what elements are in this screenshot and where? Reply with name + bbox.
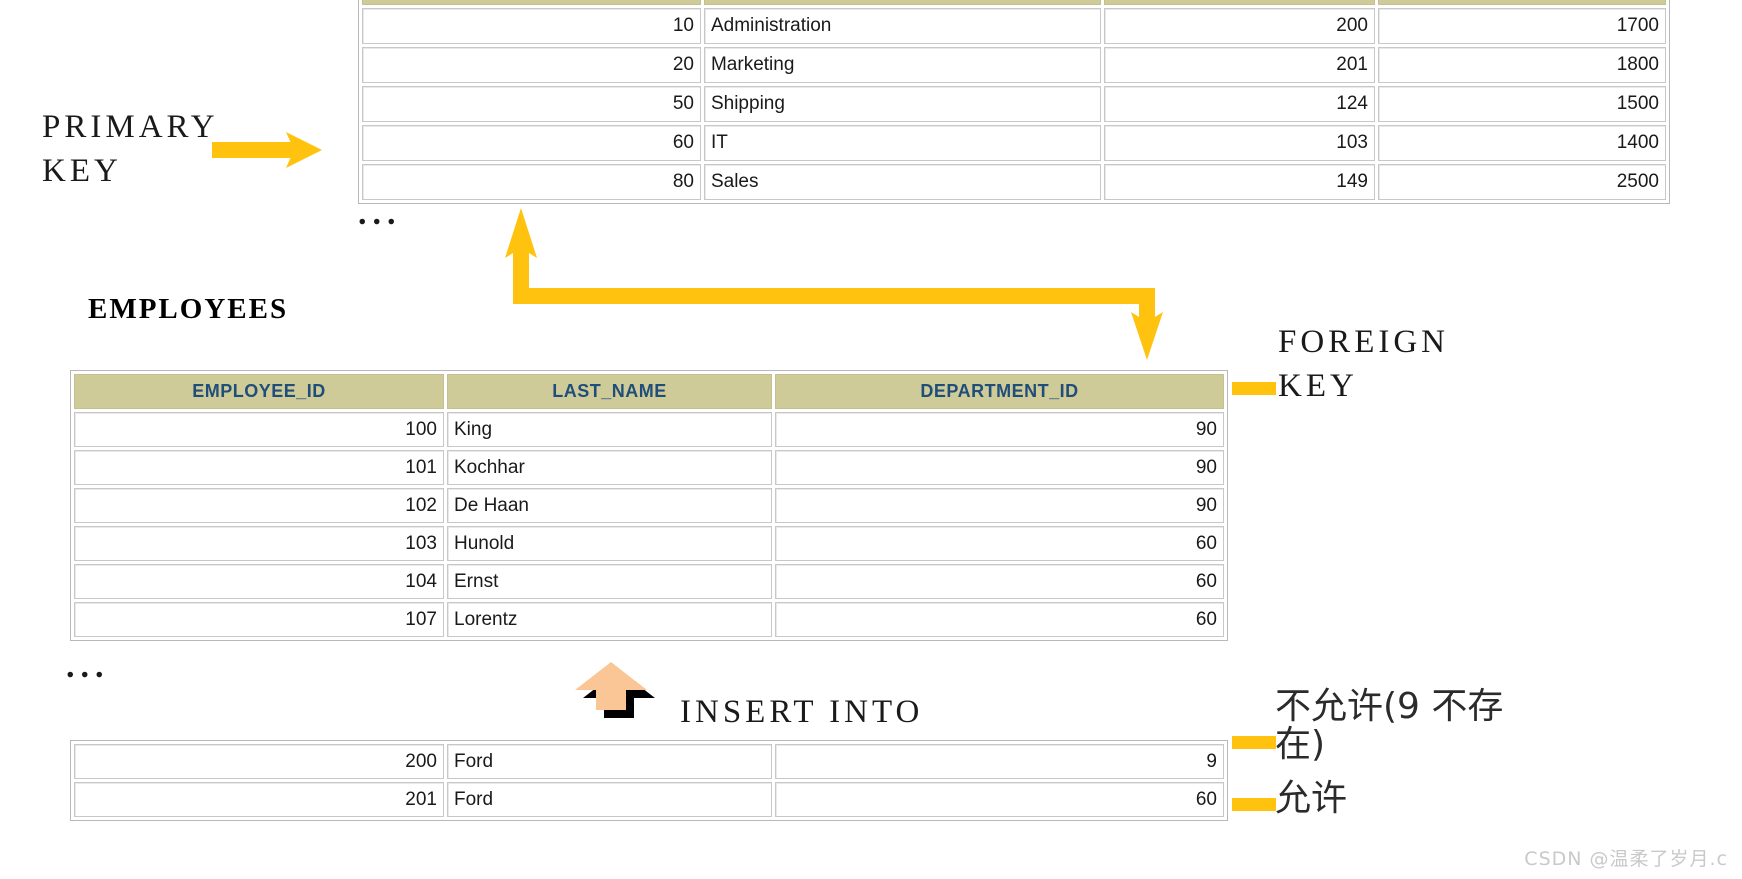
- cell-last-name: Lorentz: [447, 602, 772, 637]
- cell-department-id: 60: [775, 564, 1224, 599]
- ellipsis-bottom: ...: [66, 648, 110, 685]
- cell-department-name: Marketing: [703, 47, 1101, 83]
- cell-location-id: 1400: [1377, 125, 1666, 161]
- column-header-manager-id[interactable]: MANAGER_ID: [1103, 0, 1375, 5]
- table-row[interactable]: 101 Kochhar 90: [74, 450, 1224, 485]
- cell-manager-id: 201: [1103, 47, 1375, 83]
- primary-key-arrow-icon: [212, 132, 322, 168]
- table-row[interactable]: 80 Sales 149 2500: [362, 164, 1666, 200]
- column-header-location-id[interactable]: LOCATION_ID: [1377, 0, 1666, 5]
- departments-table[interactable]: DEPARTMENT_ID DEPARTMENT_NAME MANAGER_ID…: [358, 0, 1670, 204]
- cell-department-id: 80: [362, 164, 701, 200]
- allowed-dash-marker: [1232, 798, 1276, 811]
- cell-department-name: IT: [703, 125, 1101, 161]
- cell-employee-id: 101: [74, 450, 444, 485]
- insert-into-label: INSERT INTO: [680, 694, 924, 730]
- employees-table-header-row: EMPLOYEE_ID LAST_NAME DEPARTMENT_ID: [74, 374, 1224, 409]
- cell-employee-id: 102: [74, 488, 444, 523]
- cell-department-name: Sales: [703, 164, 1101, 200]
- cell-last-name: King: [447, 412, 772, 447]
- table-row[interactable]: 103 Hunold 60: [74, 526, 1224, 561]
- cell-location-id: 1500: [1377, 86, 1666, 122]
- cell-department-id: 60: [775, 782, 1224, 817]
- foreign-key-dash-marker: [1232, 382, 1276, 395]
- cell-last-name: Kochhar: [447, 450, 772, 485]
- primary-key-label: PRIMARY KEY: [42, 109, 219, 189]
- column-header-department-id[interactable]: DEPARTMENT_ID: [362, 0, 701, 5]
- column-header-department-name[interactable]: DEPARTMENT_NAME: [703, 0, 1101, 5]
- inserted-rows-table[interactable]: 200 Ford 9 201 Ford 60: [70, 740, 1228, 821]
- cell-location-id: 1700: [1377, 8, 1666, 44]
- cell-department-id: 60: [362, 125, 701, 161]
- column-header-last-name[interactable]: LAST_NAME: [447, 374, 772, 409]
- cell-department-name: Administration: [703, 8, 1101, 44]
- employees-table[interactable]: EMPLOYEE_ID LAST_NAME DEPARTMENT_ID 100 …: [70, 370, 1228, 641]
- cell-last-name: De Haan: [447, 488, 772, 523]
- cell-employee-id: 107: [74, 602, 444, 637]
- ellipsis-top: ...: [358, 195, 402, 232]
- not-allowed-label: 不允许(9 不存在): [1275, 686, 1504, 765]
- cell-department-id: 90: [775, 488, 1224, 523]
- cell-department-id: 10: [362, 8, 701, 44]
- csdn-watermark: CSDN @温柔了岁月.c: [1524, 848, 1728, 870]
- cell-employee-id: 201: [74, 782, 444, 817]
- table-row[interactable]: 200 Ford 9: [74, 744, 1224, 779]
- cell-manager-id: 149: [1103, 164, 1375, 200]
- not-allowed-dash-marker: [1232, 736, 1276, 749]
- cell-location-id: 2500: [1377, 164, 1666, 200]
- cell-employee-id: 104: [74, 564, 444, 599]
- table-row[interactable]: 20 Marketing 201 1800: [362, 47, 1666, 83]
- foreign-key-relationship-arrow-icon: [505, 208, 1163, 360]
- table-row[interactable]: 104 Ernst 60: [74, 564, 1224, 599]
- cell-employee-id: 103: [74, 526, 444, 561]
- cell-department-id: 90: [775, 412, 1224, 447]
- allowed-label: 允许: [1275, 778, 1348, 819]
- cell-department-id: 60: [775, 602, 1224, 637]
- cell-department-id: 60: [775, 526, 1224, 561]
- table-row[interactable]: 201 Ford 60: [74, 782, 1224, 817]
- cell-department-id: 50: [362, 86, 701, 122]
- cell-location-id: 1800: [1377, 47, 1666, 83]
- insert-into-arrow-icon: [575, 662, 655, 718]
- departments-table-header-row: DEPARTMENT_ID DEPARTMENT_NAME MANAGER_ID…: [362, 0, 1666, 5]
- foreign-key-label: FOREIGN KEY: [1278, 324, 1450, 404]
- cell-employee-id: 100: [74, 412, 444, 447]
- cell-last-name: Ernst: [447, 564, 772, 599]
- table-row[interactable]: 60 IT 103 1400: [362, 125, 1666, 161]
- table-row[interactable]: 100 King 90: [74, 412, 1224, 447]
- cell-last-name: Hunold: [447, 526, 772, 561]
- cell-manager-id: 200: [1103, 8, 1375, 44]
- cell-department-name: Shipping: [703, 86, 1101, 122]
- cell-department-id: 90: [775, 450, 1224, 485]
- table-row[interactable]: 10 Administration 200 1700: [362, 8, 1666, 44]
- table-row[interactable]: 107 Lorentz 60: [74, 602, 1224, 637]
- employees-title: EMPLOYEES: [88, 293, 289, 325]
- column-header-employee-id[interactable]: EMPLOYEE_ID: [74, 374, 444, 409]
- cell-manager-id: 103: [1103, 125, 1375, 161]
- column-header-department-id[interactable]: DEPARTMENT_ID: [775, 374, 1224, 409]
- cell-last-name: Ford: [447, 744, 772, 779]
- table-row[interactable]: 50 Shipping 124 1500: [362, 86, 1666, 122]
- cell-manager-id: 124: [1103, 86, 1375, 122]
- table-row[interactable]: 102 De Haan 90: [74, 488, 1224, 523]
- cell-department-id: 9: [775, 744, 1224, 779]
- cell-last-name: Ford: [447, 782, 772, 817]
- cell-employee-id: 200: [74, 744, 444, 779]
- cell-department-id: 20: [362, 47, 701, 83]
